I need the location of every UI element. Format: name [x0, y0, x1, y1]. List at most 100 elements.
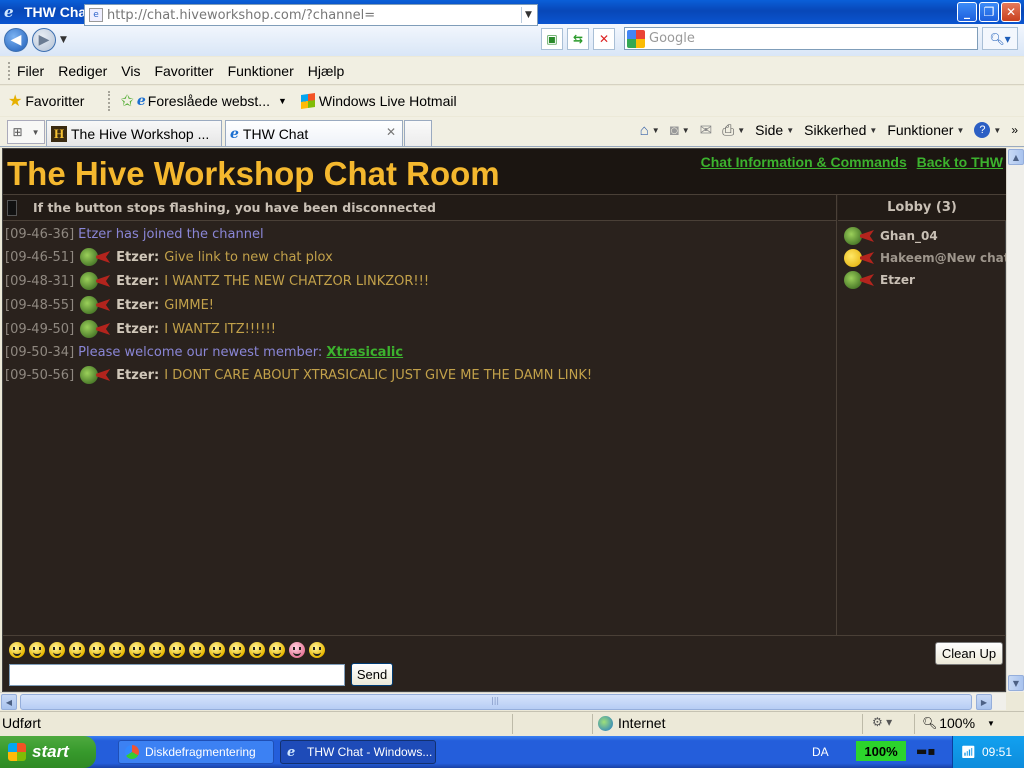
quick-tabs-button[interactable]: ⊞ ▼	[7, 120, 45, 144]
message-author[interactable]: Etzer:	[116, 368, 159, 383]
chat-info-link[interactable]: Chat Information & Commands	[701, 154, 907, 170]
back-button[interactable]: ◀	[4, 28, 28, 52]
new-member-link[interactable]: Xtrasicalic	[326, 345, 403, 360]
hotmail-link[interactable]: Windows Live Hotmail	[300, 93, 457, 109]
favorites-button[interactable]: ★ Favoritter	[8, 91, 84, 111]
scroll-left-icon[interactable]: ◀	[1, 694, 17, 710]
smiley-icon[interactable]	[129, 642, 145, 658]
hive-favicon-icon: H	[51, 125, 67, 142]
send-button[interactable]: Send	[351, 663, 393, 686]
chevron-down-icon: ▼	[869, 125, 878, 135]
timestamp: [09-50-56]	[5, 367, 75, 383]
search-button[interactable]: 🔍︎ ▾	[982, 27, 1018, 50]
message-author[interactable]: Etzer:	[116, 274, 159, 289]
safety-menu[interactable]: Sikkerhed ▼	[804, 122, 877, 138]
zoom-level: 100%	[939, 715, 976, 731]
close-tab-icon[interactable]: ✕	[386, 125, 396, 139]
mail-button[interactable]: ✉	[700, 121, 713, 139]
smiley-icon[interactable]	[29, 642, 45, 658]
smiley-icon[interactable]	[249, 642, 265, 658]
scroll-down-icon[interactable]: ▼	[1008, 675, 1024, 691]
smiley-icon[interactable]	[189, 642, 205, 658]
smiley-icon[interactable]	[229, 642, 245, 658]
zoom-control[interactable]: 🔍︎ 100% ▼	[922, 715, 995, 731]
menu-help[interactable]: Hjælp	[308, 63, 345, 79]
lobby-user[interactable]: Ghan_04	[838, 225, 1006, 247]
battery-indicator[interactable]: 100%	[856, 741, 906, 761]
minimize-button[interactable]: _	[957, 2, 977, 22]
smiley-icon[interactable]	[309, 642, 325, 658]
maximize-button[interactable]: ❐	[979, 2, 999, 22]
connection-indicator[interactable]	[7, 199, 17, 216]
smiley-icon[interactable]	[149, 642, 165, 658]
more-chevron-icon[interactable]: »	[1011, 123, 1018, 137]
lobby-user[interactable]: Hakeem@New chat...	[838, 247, 1006, 269]
scroll-up-icon[interactable]: ▲	[1008, 149, 1024, 165]
smiley-icon[interactable]	[69, 642, 85, 658]
smiley-icon[interactable]	[209, 642, 225, 658]
zone-label: Internet	[618, 715, 666, 731]
address-input[interactable]: e http://chat.hiveworkshop.com/?channel=…	[84, 4, 538, 26]
menu-favorites[interactable]: Favoritter	[154, 63, 213, 79]
menu-view[interactable]: Vis	[121, 63, 140, 79]
chevron-down-icon: ▼	[277, 96, 287, 106]
lobby-user[interactable]: Etzer	[838, 269, 1006, 291]
new-tab-button[interactable]	[404, 120, 432, 146]
page-content: The Hive Workshop Chat Room Chat Informa…	[2, 148, 1007, 692]
suggested-sites-link[interactable]: e Foreslåede webst... ▼	[137, 93, 287, 109]
connection-notice: If the button stops flashing, you have b…	[3, 195, 836, 221]
chevron-down-icon: ▼	[681, 125, 690, 135]
home-button[interactable]: ⌂ ▼	[640, 122, 660, 139]
smiley-icon[interactable]	[49, 642, 65, 658]
network-icon[interactable]: 📶︎	[961, 745, 976, 759]
horizontal-scrollbar[interactable]: ◀ ▶	[0, 692, 1006, 710]
tab-hive-workshop[interactable]: H The Hive Workshop ...	[46, 120, 222, 146]
favorites-bar: ★ Favoritter ✩ e Foreslåede webst... ▼ W…	[0, 86, 1024, 116]
protected-mode-icon[interactable]: ⚙ ▾	[872, 715, 892, 729]
address-dropdown-icon[interactable]: ▼	[521, 7, 535, 23]
search-input[interactable]: Google	[624, 27, 978, 50]
message-author[interactable]: Etzer:	[116, 298, 159, 313]
start-button[interactable]: start	[0, 736, 96, 768]
tab-thw-chat[interactable]: e THW Chat ✕	[225, 120, 403, 146]
smiley-icon[interactable]	[9, 642, 25, 658]
clock[interactable]: 09:51	[982, 745, 1012, 759]
security-zone[interactable]: Internet	[598, 715, 665, 731]
print-button[interactable]: ⎙ ▼	[722, 122, 745, 139]
menu-file[interactable]: Filer	[17, 63, 44, 79]
smiley-icon[interactable]	[89, 642, 105, 658]
taskbar-item-defrag[interactable]: Diskdefragmentering	[118, 740, 274, 764]
forward-button[interactable]: ▶	[32, 28, 56, 52]
history-dropdown-icon[interactable]: ▼	[60, 35, 67, 45]
scroll-thumb[interactable]	[20, 694, 972, 710]
language-indicator[interactable]: DA	[812, 745, 829, 759]
page-menu[interactable]: Side ▼	[755, 122, 794, 138]
smiley-icon[interactable]	[289, 642, 305, 658]
power-plug-icon[interactable]: ▬▪	[916, 744, 936, 758]
favorites-separator	[108, 91, 111, 111]
clean-up-button[interactable]: Clean Up	[935, 642, 1003, 665]
close-button[interactable]: ✕	[1001, 2, 1021, 22]
start-label: start	[32, 742, 69, 761]
tools-menu[interactable]: Funktioner ▼	[887, 122, 964, 138]
stop-icon[interactable]: ✕	[593, 28, 615, 50]
message-author[interactable]: Etzer:	[116, 250, 159, 265]
add-favorite-icon[interactable]: ✩	[120, 91, 133, 111]
back-to-thw-link[interactable]: Back to THW	[917, 154, 1003, 170]
menu-tools[interactable]: Funktioner	[228, 63, 294, 79]
message-author[interactable]: Etzer:	[116, 322, 159, 337]
help-button[interactable]: ? ▼	[974, 122, 1001, 138]
refresh-icon[interactable]: ⇆	[567, 28, 589, 50]
smiley-icon[interactable]	[269, 642, 285, 658]
scroll-right-icon[interactable]: ▶	[976, 694, 992, 710]
compatibility-icon[interactable]: ▣	[541, 28, 563, 50]
message-input[interactable]	[9, 664, 345, 686]
user-avatar-icon	[844, 270, 876, 290]
smiley-icon[interactable]	[109, 642, 125, 658]
feeds-button[interactable]: ◙ ▼	[670, 122, 690, 139]
smiley-icon[interactable]	[169, 642, 185, 658]
vertical-scrollbar[interactable]: ▲ ▼	[1006, 148, 1024, 692]
toolbar-grip[interactable]	[8, 61, 11, 80]
taskbar-item-thw-chat[interactable]: e THW Chat - Windows...	[280, 740, 436, 764]
menu-edit[interactable]: Rediger	[58, 63, 107, 79]
